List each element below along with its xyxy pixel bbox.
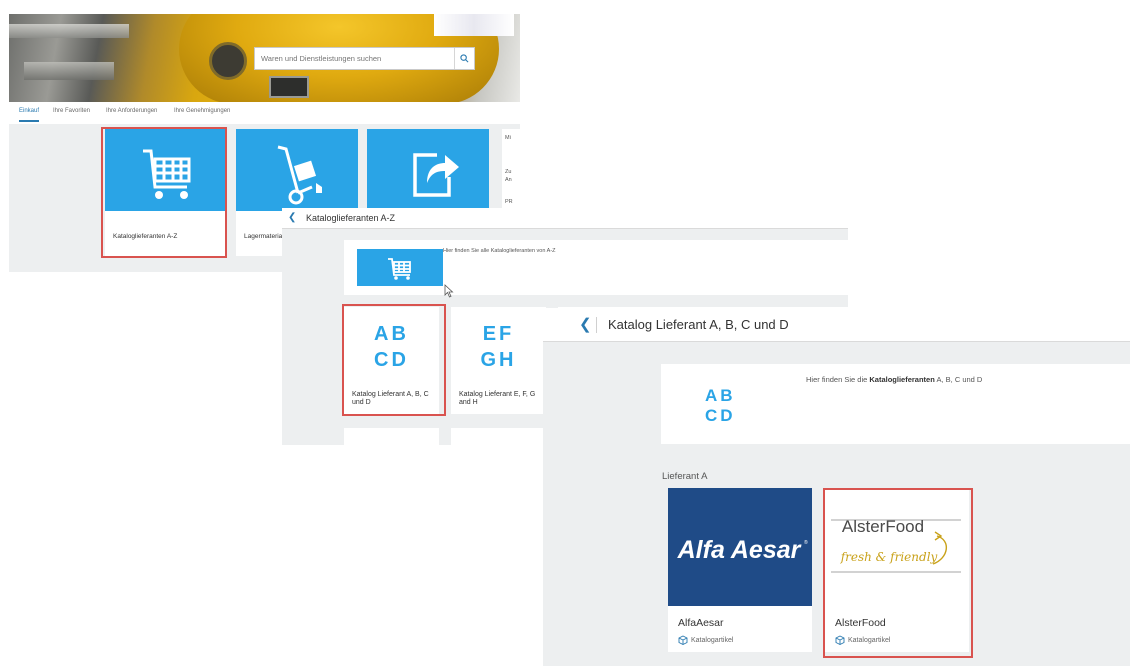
search-icon	[460, 54, 469, 63]
shopping-cart-icon	[143, 149, 191, 199]
page-title: Katalog Lieferant A, B, C und D	[608, 317, 789, 332]
active-tab-indicator	[19, 120, 39, 122]
alfa-aesar-logo: Alfa Aesar ®	[668, 488, 812, 606]
back-chevron-icon[interactable]: ❮	[579, 315, 592, 333]
tab-bar: Einkauf Ihre Favoriten Ihre Anforderunge…	[9, 102, 520, 124]
tile-icon-area	[105, 129, 227, 211]
page-title: Kataloglieferanten A-Z	[306, 213, 396, 223]
side-item[interactable]: An	[505, 177, 512, 183]
tile-kataloglieferanten[interactable]: Kataloglieferanten A-Z	[105, 129, 227, 256]
tile-icon-area	[236, 129, 358, 211]
info-card: Hier finden Sie alle Kataloglieferanten …	[344, 240, 848, 295]
page-header: ❮ Kataloglieferanten A-Z	[282, 208, 848, 229]
cube-icon	[678, 635, 688, 645]
mouse-cursor-icon	[444, 284, 454, 298]
side-item[interactable]: Zu	[505, 169, 511, 175]
cube-icon	[835, 635, 845, 645]
info-description: Hier finden Sie die Kataloglieferanten A…	[806, 375, 983, 384]
tab-anforderungen[interactable]: Ihre Anforderungen	[106, 108, 157, 114]
tile-icon-area	[367, 129, 489, 211]
svg-text:Alfa Aesar: Alfa Aesar	[677, 536, 802, 564]
search-button[interactable]	[454, 48, 474, 69]
tile-label: Kataloglieferanten A-Z	[113, 233, 178, 240]
tile-partial[interactable]	[344, 428, 439, 445]
tab-einkauf[interactable]: Einkauf	[19, 108, 39, 114]
side-item[interactable]: Mi	[505, 135, 511, 141]
info-description: Hier finden Sie alle Kataloglieferanten …	[443, 248, 556, 254]
info-card: AB CD Hier finden Sie die Katalogliefera…	[661, 364, 1130, 444]
tile-letters: EF GH	[480, 323, 517, 371]
alsterfood-logo: AlsterFood fresh & friendly	[825, 488, 969, 606]
page-header: ❮ Katalog Lieferant A, B, C und D	[543, 308, 1130, 342]
back-chevron-icon[interactable]: ❮	[288, 212, 296, 223]
tile-lieferant-abcd[interactable]: AB CD Katalog Lieferant A, B, C und D	[344, 307, 439, 414]
tile-lieferant-efgh[interactable]: EF GH Katalog Lieferant E, F, G and H	[451, 307, 546, 414]
info-letters: AB CD	[705, 386, 736, 425]
screenshot-collage: Einkauf Ihre Favoriten Ihre Anforderunge…	[0, 0, 1130, 666]
info-icon-area	[357, 249, 443, 286]
search-field[interactable]	[254, 47, 475, 70]
svg-text:®: ®	[804, 539, 808, 546]
tile-label: Lagermateria	[244, 233, 283, 240]
header-divider	[596, 317, 597, 333]
supplier-type: Katalogartikel	[835, 635, 890, 645]
svg-text:fresh & friendly: fresh & friendly	[840, 550, 938, 564]
tab-favoriten[interactable]: Ihre Favoriten	[53, 108, 90, 114]
tile-label: Katalog Lieferant A, B, C und D	[352, 391, 429, 406]
supplier-type: Katalogartikel	[678, 635, 733, 645]
side-item[interactable]: PR	[505, 199, 513, 205]
share-arrow-icon	[413, 153, 459, 197]
hand-truck-icon	[277, 145, 322, 205]
tile-partial[interactable]	[451, 428, 546, 445]
supplier-card-alsterfood[interactable]: AlsterFood fresh & friendly AlsterFood K…	[825, 488, 969, 652]
svg-text:AlsterFood: AlsterFood	[842, 517, 924, 536]
catalog-abcd-panel: ❮ Katalog Lieferant A, B, C und D AB CD …	[543, 308, 1130, 666]
section-title: Lieferant A	[662, 471, 708, 482]
tile-label: Katalog Lieferant E, F, G and H	[459, 391, 536, 406]
tab-genehmigungen[interactable]: Ihre Genehmigungen	[174, 108, 230, 114]
shopping-cart-icon	[388, 257, 411, 280]
search-input[interactable]	[255, 48, 454, 69]
tile-letters: AB CD	[374, 323, 409, 371]
supplier-name: AlfaAesar	[678, 617, 724, 629]
supplier-name: AlsterFood	[835, 617, 886, 629]
supplier-card-alfaaesar[interactable]: Alfa Aesar ® AlfaAesar Katalogartikel	[668, 488, 812, 652]
